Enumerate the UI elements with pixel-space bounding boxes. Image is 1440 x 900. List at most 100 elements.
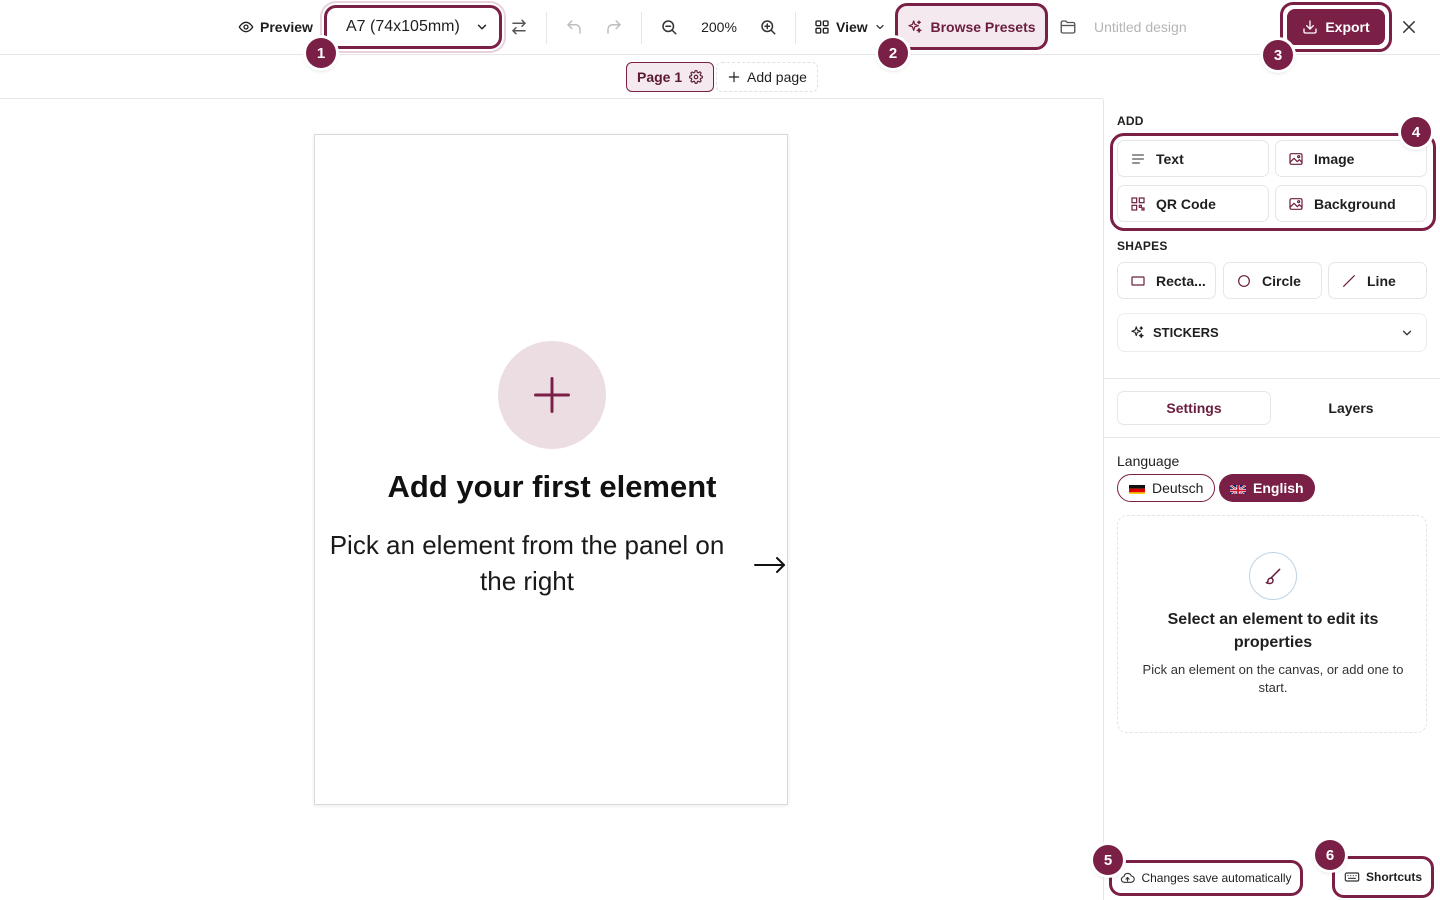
zoom-out-button[interactable]: [656, 14, 682, 40]
add-background-button[interactable]: Background: [1275, 185, 1427, 222]
callout-badge-2: 2: [878, 38, 908, 68]
open-folder-button[interactable]: [1055, 14, 1081, 40]
redo-button[interactable]: [601, 14, 627, 40]
language-label: Language: [1117, 453, 1180, 469]
add-image-button[interactable]: Image: [1275, 140, 1427, 177]
properties-empty-title: Select an element to edit its properties: [1167, 611, 1379, 651]
canvas-area[interactable]: Add your first element Pick an element f…: [0, 99, 1103, 900]
page-tab-label: Page 1: [637, 69, 683, 85]
panel-divider: [1104, 437, 1440, 438]
download-icon: [1302, 19, 1318, 35]
toolbar-divider: [641, 12, 642, 44]
panel-divider: [1104, 378, 1440, 379]
eye-icon: [238, 19, 254, 35]
image-icon: [1288, 151, 1304, 167]
add-image-label: Image: [1314, 150, 1355, 167]
zoom-level: 200%: [701, 19, 737, 35]
undo-icon: [565, 18, 583, 36]
artboard[interactable]: Add your first element Pick an element f…: [314, 134, 788, 805]
language-deutsch-button[interactable]: Deutsch: [1117, 474, 1216, 502]
page-size-value: A7 (74x105mm): [346, 18, 460, 35]
circle-icon: [1236, 273, 1252, 289]
cloud-upload-icon: [1120, 871, 1136, 886]
arrow-right-icon: [753, 553, 787, 577]
callout-badge-3: 3: [1263, 40, 1293, 70]
tab-layers[interactable]: Layers: [1274, 391, 1428, 425]
keyboard-icon: [1344, 869, 1360, 885]
sparkles-icon: [907, 19, 923, 35]
page-bar: Page 1 Add page: [0, 55, 1103, 99]
design-name-field[interactable]: Untitled design: [1094, 14, 1187, 40]
add-element-button[interactable]: [498, 341, 606, 449]
toolbar-divider: [546, 12, 547, 44]
callout-badge-4: 4: [1401, 117, 1431, 147]
add-line-label: Line: [1367, 272, 1396, 289]
language-deutsch-label: Deutsch: [1152, 480, 1204, 496]
add-page-label: Add page: [747, 69, 807, 85]
shortcuts-label: Shortcuts: [1365, 870, 1422, 884]
line-icon: [1341, 273, 1357, 289]
shapes-section-label: SHAPES: [1117, 239, 1168, 253]
view-menu-button[interactable]: View: [808, 12, 892, 42]
close-button[interactable]: [1396, 14, 1422, 40]
add-section-label: ADD: [1117, 114, 1144, 128]
browse-presets-label: Browse Presets: [930, 18, 1036, 35]
add-circle-button[interactable]: Circle: [1223, 262, 1322, 299]
top-toolbar: Preview A7 (74x105mm) 200% View Browse P…: [0, 0, 1440, 55]
export-label: Export: [1325, 19, 1370, 35]
callout-badge-1: 1: [306, 38, 336, 68]
view-label: View: [836, 19, 868, 35]
uk-flag-icon: [1230, 483, 1246, 494]
properties-empty-subtitle: Pick an element on the canvas, or add on…: [1142, 662, 1404, 695]
zoom-in-icon: [759, 18, 777, 36]
add-qr-code-label: QR Code: [1156, 195, 1216, 212]
chevron-down-icon: [874, 21, 886, 33]
image-icon: [1288, 196, 1304, 212]
export-button[interactable]: Export: [1287, 9, 1385, 45]
add-line-button[interactable]: Line: [1328, 262, 1427, 299]
sparkles-icon: [1130, 325, 1145, 340]
chevron-down-icon: [475, 20, 489, 34]
language-english-label: English: [1253, 480, 1304, 496]
add-rectangle-button[interactable]: Recta...: [1117, 262, 1216, 299]
grid-icon: [814, 19, 830, 35]
properties-panel: ADD Text Image QR Code Background SHAPES…: [1103, 99, 1440, 900]
swap-orientation-button[interactable]: [506, 14, 532, 40]
redo-icon: [605, 18, 623, 36]
close-icon: [1400, 18, 1418, 36]
callout-badge-6: 6: [1315, 840, 1345, 870]
page-size-select[interactable]: A7 (74x105mm): [324, 5, 502, 49]
chevron-down-icon: [1400, 326, 1414, 340]
text-lines-icon: [1130, 151, 1146, 167]
brush-icon: [1249, 552, 1297, 600]
folder-icon: [1059, 18, 1077, 36]
export-highlight: Export: [1280, 2, 1392, 52]
autosave-label: Changes save automatically: [1141, 871, 1292, 885]
autosave-status: Changes save automatically: [1109, 860, 1303, 896]
add-background-label: Background: [1314, 195, 1396, 212]
tab-settings[interactable]: Settings: [1117, 391, 1271, 425]
stickers-accordion[interactable]: STICKERS: [1117, 313, 1427, 352]
preview-button[interactable]: Preview: [230, 12, 321, 42]
add-qr-code-button[interactable]: QR Code: [1117, 185, 1269, 222]
zoom-in-button[interactable]: [755, 14, 781, 40]
shortcuts-button[interactable]: Shortcuts: [1332, 856, 1434, 898]
browse-presets-button[interactable]: Browse Presets: [895, 3, 1048, 50]
swap-icon: [510, 18, 528, 36]
add-circle-label: Circle: [1262, 272, 1301, 289]
add-page-button[interactable]: Add page: [716, 62, 818, 92]
add-text-label: Text: [1156, 150, 1184, 167]
properties-empty-state: Select an element to edit its properties…: [1117, 515, 1427, 733]
add-text-button[interactable]: Text: [1117, 140, 1269, 177]
plus-icon: [530, 373, 574, 417]
undo-button[interactable]: [561, 14, 587, 40]
language-english-button[interactable]: English: [1219, 474, 1315, 502]
zoom-out-icon: [660, 18, 678, 36]
page-tab-1[interactable]: Page 1: [626, 62, 715, 92]
plus-icon: [727, 70, 741, 84]
stickers-label: STICKERS: [1153, 325, 1219, 340]
gear-icon[interactable]: [689, 70, 704, 84]
qr-code-icon: [1130, 196, 1146, 212]
callout-badge-5: 5: [1093, 845, 1123, 875]
rectangle-icon: [1130, 273, 1146, 289]
